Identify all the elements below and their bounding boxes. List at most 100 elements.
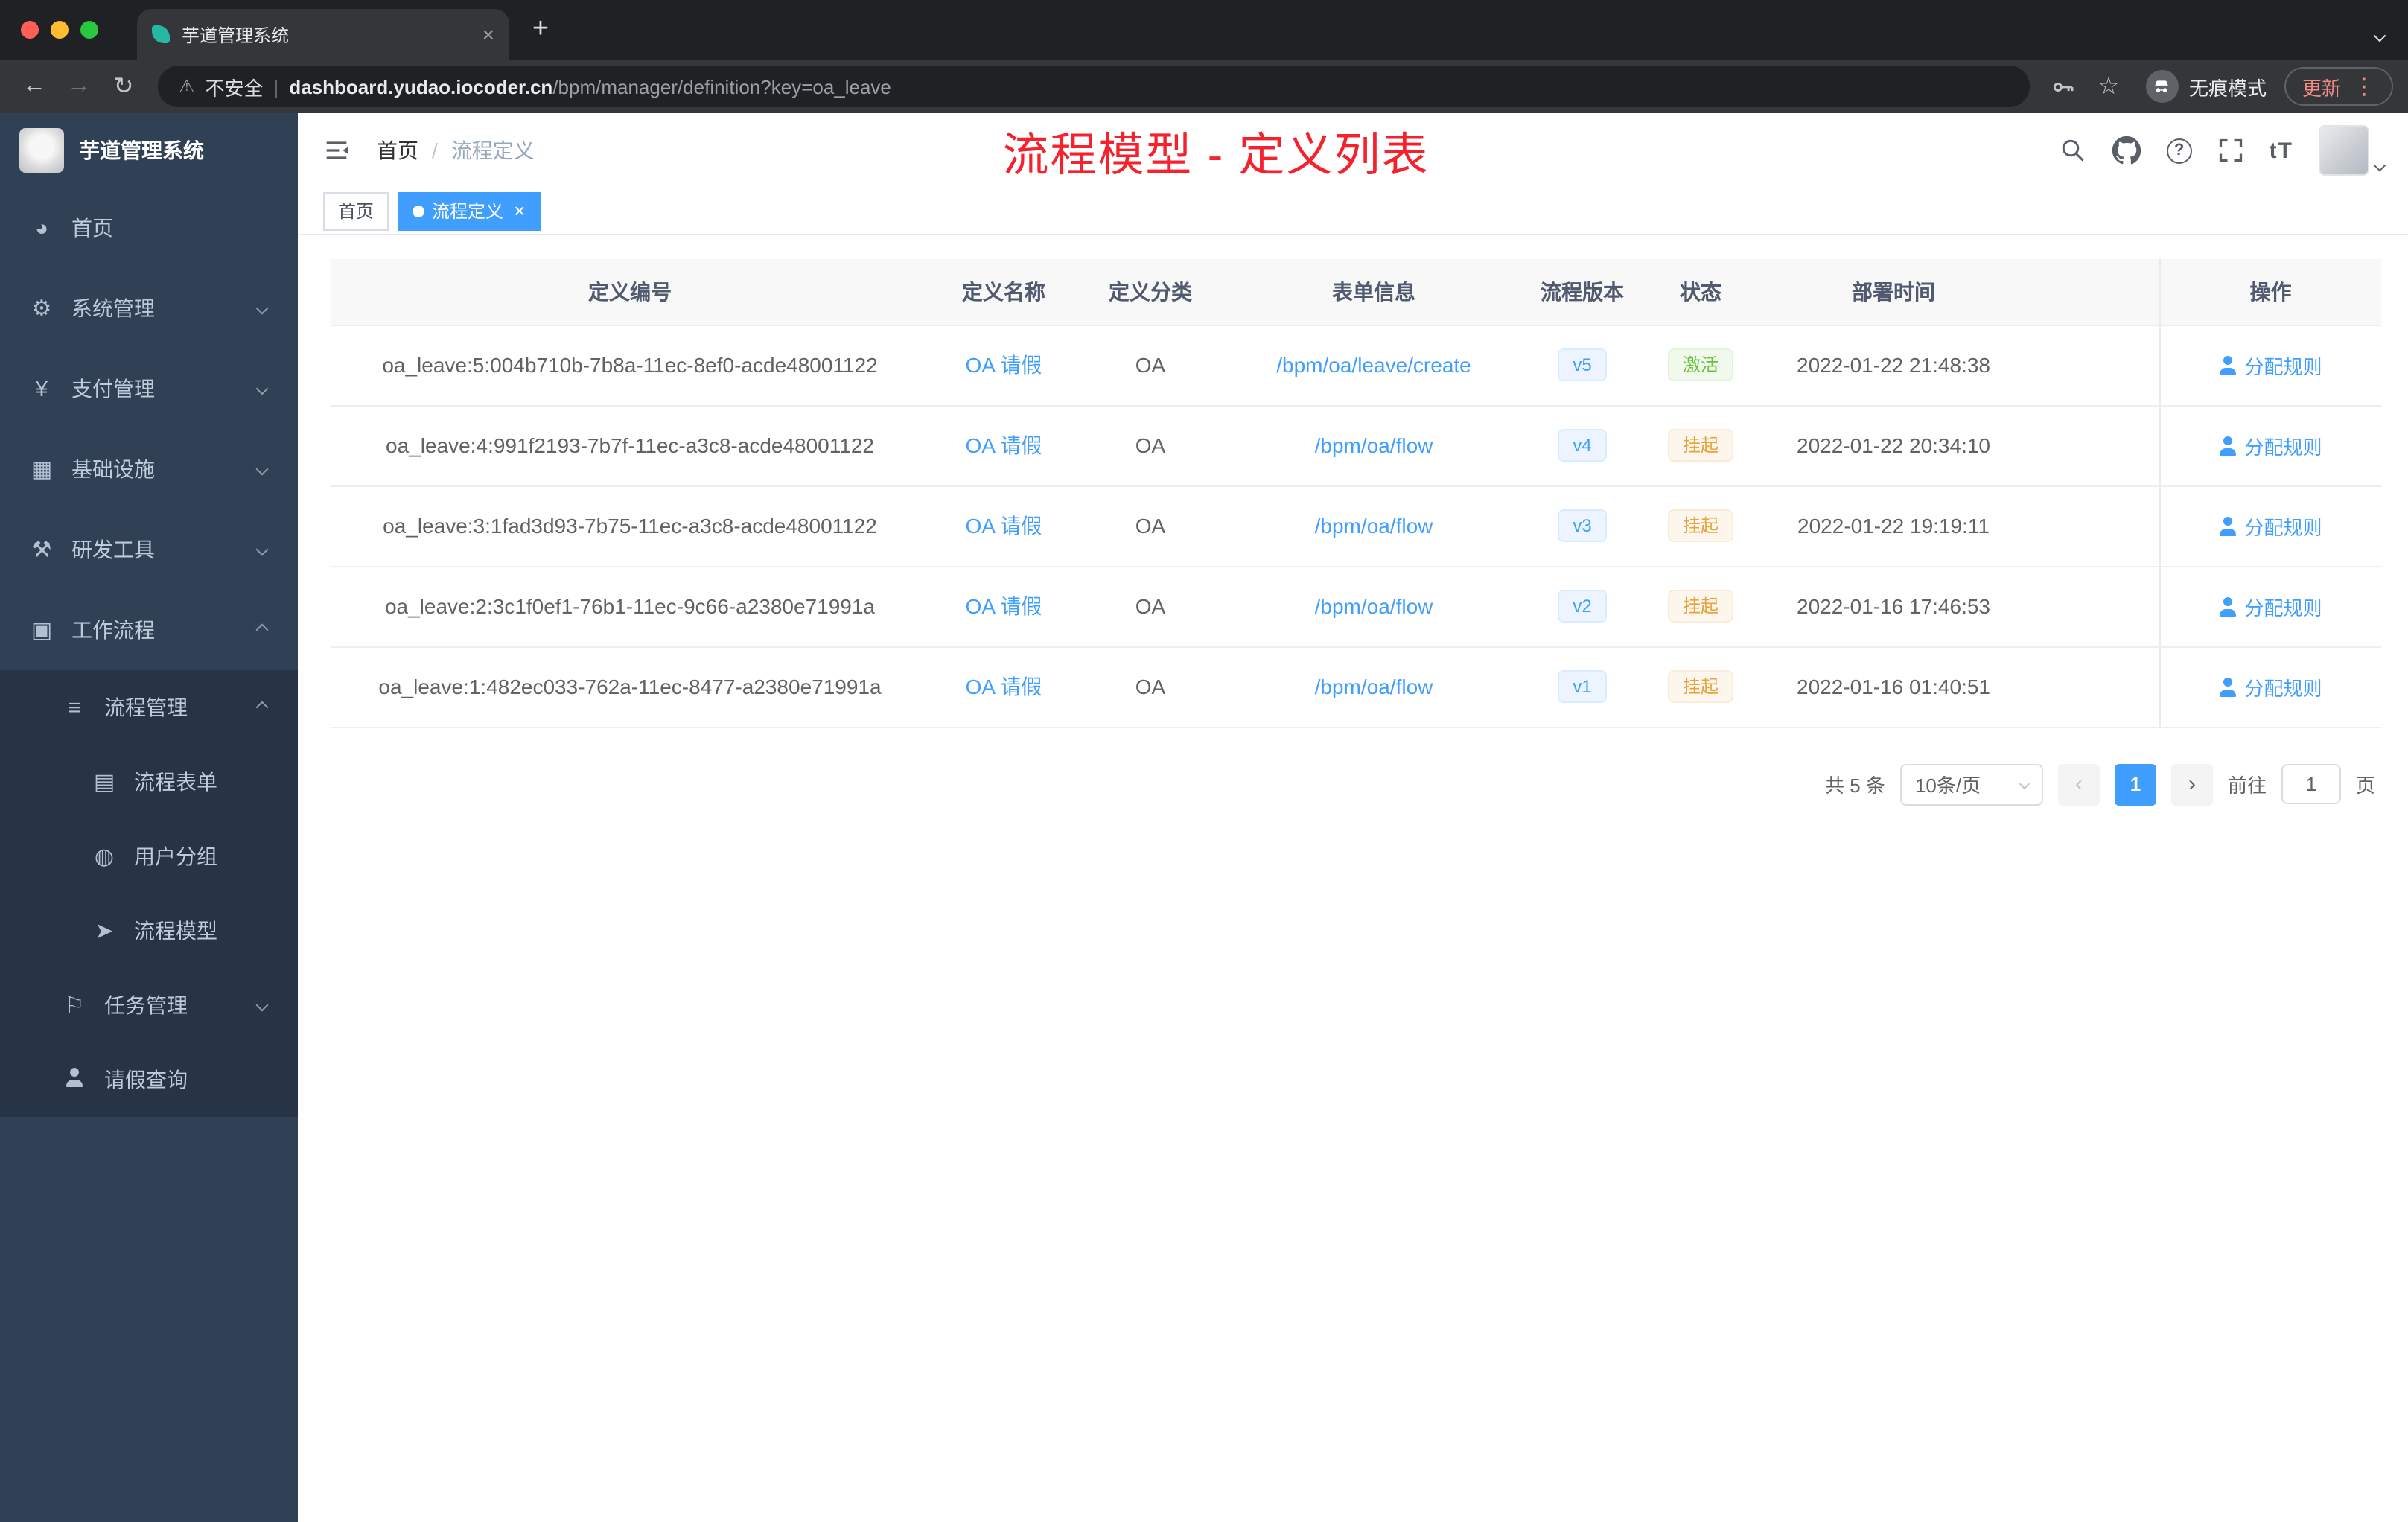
tab-favicon-icon	[152, 25, 170, 43]
assign-rule-link[interactable]: 分配规则	[2219, 351, 2322, 379]
assign-rule-link[interactable]: 分配规则	[2219, 672, 2322, 701]
back-button[interactable]: ←	[15, 73, 54, 100]
sidebar: 芋道管理系统 ◕ 首页 ⚙ 系统管理 ¥ 支付管理 ▦ 基础设施 ⚒ 研发工具 …	[0, 113, 298, 1522]
definition-name-link[interactable]: OA 请假	[966, 353, 1042, 377]
filler-cell	[2025, 405, 2159, 486]
zoom-window-button[interactable]	[80, 21, 98, 39]
user-icon	[2219, 516, 2237, 535]
sidebar-item-leave-query[interactable]: 请假查询	[0, 1042, 298, 1117]
form-link[interactable]: /bpm/oa/flow	[1315, 433, 1433, 457]
sidebar-item-task-mgmt[interactable]: ⚐ 任务管理	[0, 968, 298, 1042]
prev-page-button[interactable]: ‹	[2057, 763, 2100, 805]
logo[interactable]: 芋道管理系统	[0, 113, 298, 188]
help-icon[interactable]: ?	[2166, 138, 2192, 163]
assign-rule-link[interactable]: 分配规则	[2219, 431, 2322, 459]
yen-icon: ¥	[35, 376, 48, 401]
form-link[interactable]: /bpm/oa/leave/create	[1276, 353, 1471, 377]
hamburger-icon[interactable]	[322, 136, 351, 165]
sidebar-item-workflow[interactable]: ▣ 工作流程	[0, 590, 298, 670]
fullscreen-icon[interactable]	[2217, 137, 2244, 164]
definition-category: OA	[1078, 566, 1223, 647]
chevron-icon	[255, 543, 269, 556]
incognito-label: 无痕模式	[2188, 77, 2267, 99]
sidebar-item-process-model[interactable]: ➤ 流程模型	[0, 894, 298, 968]
deploy-time: 2022-01-22 19:19:11	[1762, 485, 2025, 567]
version-tag: v5	[1558, 348, 1607, 381]
column-header: 部署时间	[1762, 259, 2025, 325]
table-row: oa_leave:5:004b710b-7b8a-11ec-8ef0-acde4…	[331, 325, 2381, 406]
update-button[interactable]: 更新 ⋮	[2284, 67, 2393, 106]
definition-id: oa_leave:2:3c1f0ef1-76b1-11ec-9c66-a2380…	[331, 566, 929, 647]
navbar-actions: ? tT	[2060, 125, 2386, 176]
browser-menu-icon[interactable]: ⋮	[2353, 73, 2375, 100]
definition-name-link[interactable]: OA 请假	[966, 594, 1042, 618]
browser-chrome: 芋道管理系统 × + ← → ↻ ⚠ 不安全 | dashboard.yudao…	[0, 0, 2408, 113]
table-row: oa_leave:1:482ec033-762a-11ec-8477-a2380…	[331, 646, 2381, 727]
column-header: 定义分类	[1078, 259, 1223, 325]
goto-page-input[interactable]	[2281, 764, 2341, 804]
definition-id: oa_leave:5:004b710b-7b8a-11ec-8ef0-acde4…	[331, 325, 929, 406]
page-title: 流程模型 - 定义列表	[1002, 129, 1430, 181]
tab-strip: 芋道管理系统 × +	[0, 0, 2408, 60]
deploy-time: 2022-01-16 17:46:53	[1762, 566, 2025, 647]
form-link[interactable]: /bpm/oa/flow	[1315, 675, 1433, 698]
search-icon[interactable]	[2060, 137, 2086, 164]
incognito-badge: 无痕模式	[2145, 70, 2267, 103]
goto-unit: 页	[2355, 774, 2375, 797]
address-bar[interactable]: ⚠ 不安全 | dashboard.yudao.iocoder.cn/bpm/m…	[158, 66, 2030, 107]
main-area: 首页 / 流程定义 流程模型 - 定义列表 ? tT 首页 流程定义 × 定义编…	[298, 113, 2408, 1522]
sidebar-item-infrastructure[interactable]: ▦ 基础设施	[0, 429, 298, 509]
url-path: /bpm/manager/definition?key=oa_leave	[552, 75, 891, 98]
sidebar-item-payment[interactable]: ¥ 支付管理	[0, 348, 298, 429]
table-header-row: 定义编号 定义名称 定义分类 表单信息 流程版本 状态 部署时间 操作	[331, 259, 2381, 325]
breadcrumb-home[interactable]: 首页	[377, 136, 418, 165]
definition-name-link[interactable]: OA 请假	[966, 433, 1042, 457]
sidebar-item-system[interactable]: ⚙ 系统管理	[0, 268, 298, 348]
definition-name-link[interactable]: OA 请假	[966, 514, 1042, 538]
form-link[interactable]: /bpm/oa/flow	[1315, 594, 1433, 618]
page-number-button[interactable]: 1	[2114, 763, 2156, 805]
page-size-select[interactable]: 10条/页	[1899, 763, 2043, 805]
security-label[interactable]: 不安全	[206, 72, 264, 101]
sidebar-item-process-form[interactable]: ▤ 流程表单	[0, 745, 298, 819]
view-tag[interactable]: 流程定义 ×	[398, 191, 541, 230]
browser-tab[interactable]: 芋道管理系统 ×	[137, 9, 509, 60]
github-icon[interactable]	[2112, 136, 2141, 165]
view-tag[interactable]: 首页	[323, 191, 389, 230]
next-page-button[interactable]: ›	[2170, 763, 2213, 805]
chevron-icon	[255, 701, 269, 714]
user-menu[interactable]	[2319, 125, 2386, 176]
table-body: oa_leave:5:004b710b-7b8a-11ec-8ef0-acde4…	[331, 325, 2381, 727]
assign-rule-link[interactable]: 分配规则	[2219, 592, 2322, 620]
sidebar-item-user-group[interactable]: ◍ 用户分组	[0, 819, 298, 894]
tag-close-icon[interactable]: ×	[514, 200, 525, 222]
minimize-window-button[interactable]	[51, 21, 69, 39]
page-size-value: 10条/页	[1914, 774, 1981, 797]
breadcrumb-current: 流程定义	[450, 138, 535, 162]
status-tag: 挂起	[1667, 590, 1733, 623]
close-window-button[interactable]	[21, 21, 39, 39]
definition-name-link[interactable]: OA 请假	[966, 675, 1042, 698]
key-icon[interactable]	[2045, 74, 2083, 99]
new-tab-button[interactable]: +	[518, 7, 563, 52]
font-size-icon[interactable]: tT	[2270, 138, 2293, 163]
gear-icon: ⚙	[31, 296, 52, 322]
tab-search-chevron-icon[interactable]	[2373, 21, 2386, 48]
filler-cell	[2025, 325, 2159, 406]
sidebar-item-home[interactable]: ◕ 首页	[0, 188, 298, 268]
assign-rule-link[interactable]: 分配规则	[2219, 512, 2322, 540]
chevron-icon	[255, 462, 269, 476]
chevron-icon	[255, 382, 269, 395]
tab-close-icon[interactable]: ×	[482, 22, 494, 46]
pagination: 共 5 条 10条/页 ‹ 1 › 前往 页	[331, 763, 2375, 805]
reload-button[interactable]: ↻	[104, 71, 143, 101]
user-icon	[2219, 436, 2237, 455]
column-header: 表单信息	[1223, 259, 1525, 325]
form-link[interactable]: /bpm/oa/flow	[1315, 514, 1433, 538]
forward-button[interactable]: →	[60, 73, 98, 100]
sidebar-item-process-mgmt[interactable]: ≡ 流程管理	[0, 670, 298, 745]
sidebar-item-devtools[interactable]: ⚒ 研发工具	[0, 509, 298, 590]
bookmark-star-icon[interactable]: ☆	[2089, 71, 2128, 101]
chevron-down-icon	[2019, 778, 2030, 790]
briefcase-icon: ▣	[31, 618, 53, 643]
